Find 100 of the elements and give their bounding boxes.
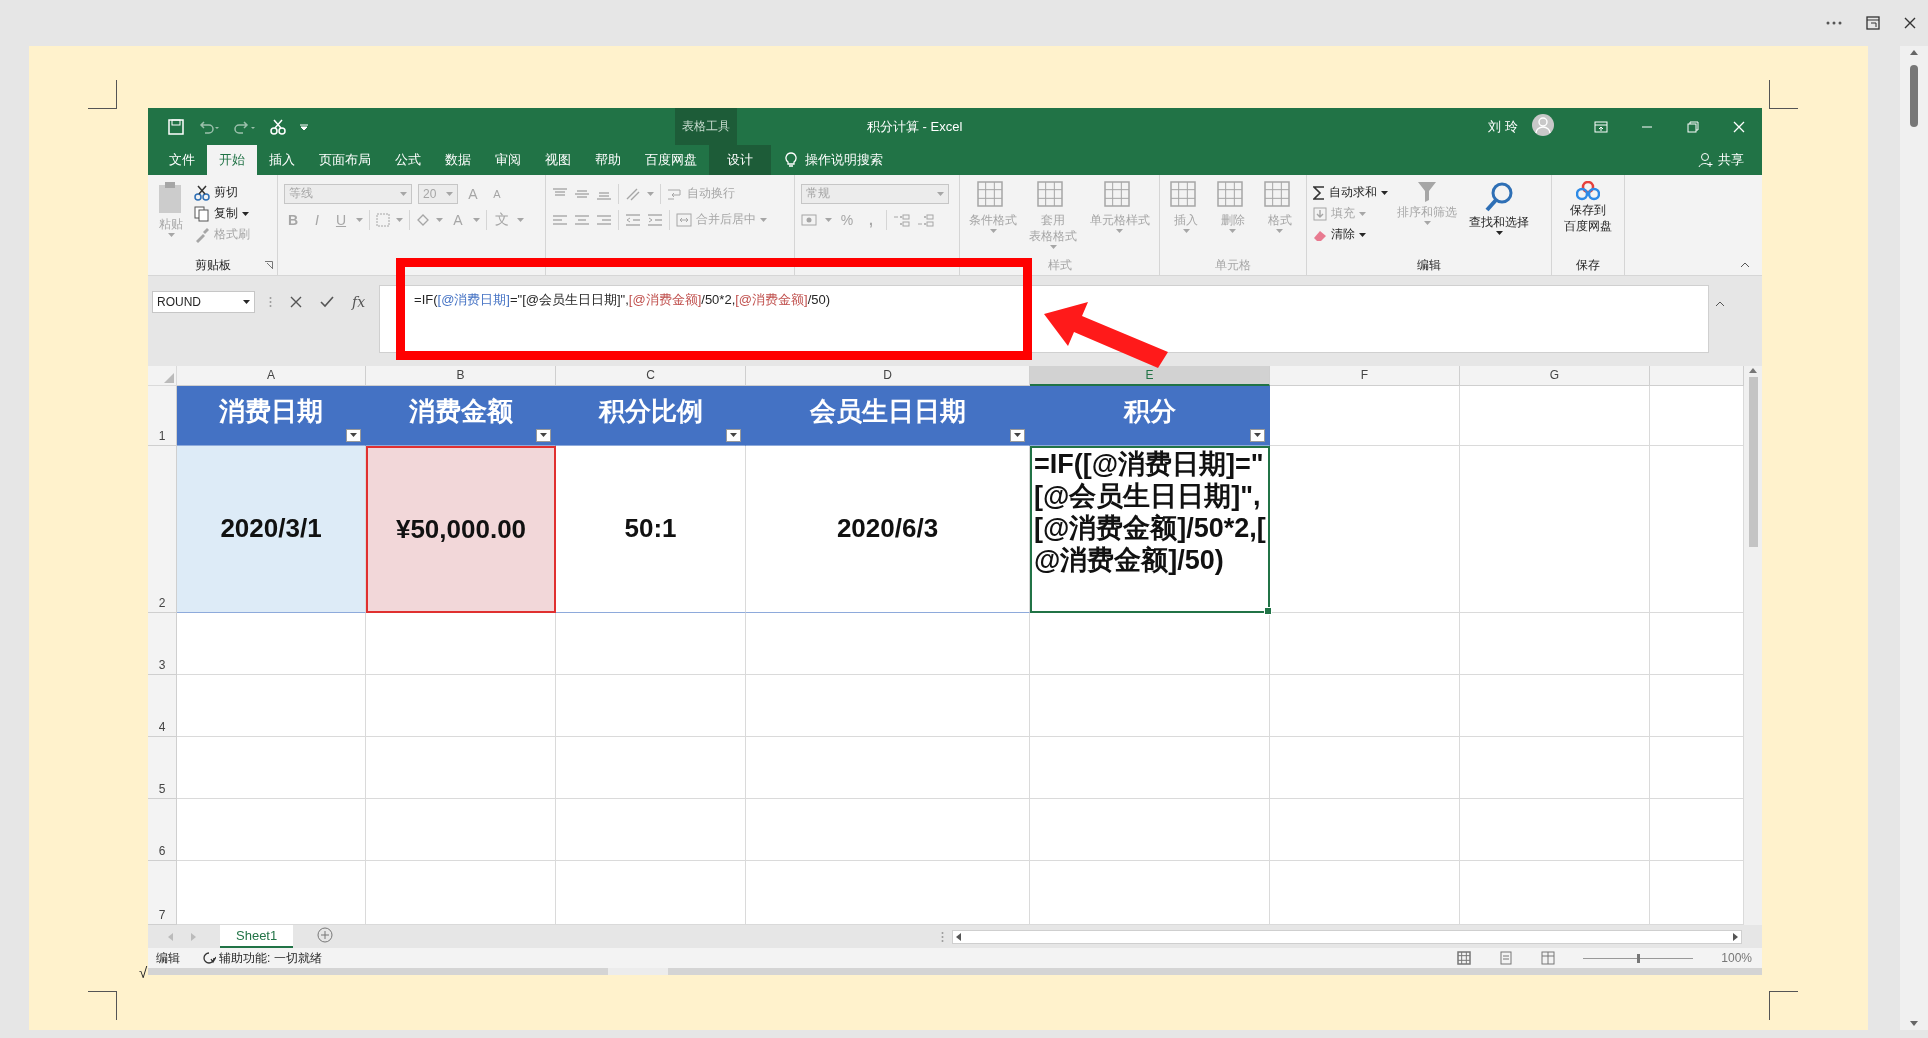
sheet-cell[interactable] xyxy=(177,798,366,861)
sheet-cell[interactable] xyxy=(1030,674,1270,737)
row-header[interactable]: 5 xyxy=(148,736,177,799)
ribbon-tab[interactable]: 设计 xyxy=(709,145,771,175)
sheet-tab[interactable]: Sheet1 xyxy=(220,925,294,949)
ribbon-tab[interactable]: 帮助 xyxy=(583,145,633,175)
next-sheet-icon[interactable] xyxy=(191,932,196,941)
row-header[interactable]: 3 xyxy=(148,612,177,675)
ribbon-tab[interactable]: 视图 xyxy=(533,145,583,175)
sheet-cell[interactable] xyxy=(746,736,1030,799)
column-header[interactable]: G xyxy=(1460,365,1650,386)
select-all-icon[interactable] xyxy=(164,372,174,383)
sheet-cell[interactable] xyxy=(556,674,746,737)
customize-icon[interactable] xyxy=(300,122,308,131)
collapse-ribbon-icon[interactable] xyxy=(1740,261,1750,268)
ribbon-tab[interactable]: 百度网盘 xyxy=(633,145,709,175)
search-hint[interactable]: 操作说明搜索 xyxy=(805,151,883,169)
row-header[interactable]: 1 xyxy=(148,385,177,446)
ribbon-tab[interactable]: 页面布局 xyxy=(307,145,383,175)
ribbon-tab[interactable]: 数据 xyxy=(433,145,483,175)
zoom-level[interactable]: 100% xyxy=(1721,951,1752,966)
column-header[interactable]: C xyxy=(556,365,746,386)
row-header[interactable]: 6 xyxy=(148,798,177,861)
ribbon-options-icon[interactable] xyxy=(1594,119,1608,134)
copy-button[interactable]: 复制 xyxy=(194,203,250,224)
previous-sheet-icon[interactable] xyxy=(168,932,173,941)
sheet-cell[interactable] xyxy=(366,798,556,861)
ribbon-tab[interactable]: 公式 xyxy=(383,145,433,175)
normal-view-icon[interactable] xyxy=(1457,951,1472,966)
save-icon[interactable] xyxy=(168,118,184,135)
page-layout-view-icon[interactable] xyxy=(1499,951,1514,966)
dropdown-icon[interactable] xyxy=(730,433,737,438)
ribbon-button[interactable]: 自动求和 xyxy=(1313,182,1388,203)
more-icon[interactable] xyxy=(1826,21,1842,25)
sheet-cell[interactable] xyxy=(1030,798,1270,861)
dropdown-icon[interactable] xyxy=(1254,433,1261,438)
sheet-cell[interactable] xyxy=(177,674,366,737)
scroll-down-icon[interactable] xyxy=(1910,1021,1918,1026)
check-icon[interactable] xyxy=(320,295,334,308)
scroll-left-icon[interactable] xyxy=(956,932,961,941)
row-header[interactable]: 2 xyxy=(148,445,177,613)
dropdown-icon[interactable] xyxy=(1014,433,1021,438)
sheet-cell[interactable] xyxy=(1030,736,1270,799)
sheet-cell[interactable] xyxy=(556,798,746,861)
restore-icon[interactable] xyxy=(1866,16,1880,30)
ribbon-button[interactable]: 清除 xyxy=(1313,224,1388,245)
ribbon-tab[interactable]: 开始 xyxy=(207,145,257,175)
avatar-icon[interactable] xyxy=(1532,114,1554,136)
scissors-icon[interactable] xyxy=(270,118,286,135)
ribbon-tab[interactable]: 插入 xyxy=(257,145,307,175)
scroll-up-icon[interactable] xyxy=(1910,50,1918,55)
column-header[interactable]: B xyxy=(366,365,556,386)
ribbon-tab[interactable]: 文件 xyxy=(157,145,207,175)
sheet-cell[interactable] xyxy=(746,674,1030,737)
scroll-up-icon[interactable] xyxy=(1749,367,1757,373)
insert-function-button[interactable]: fx xyxy=(352,293,366,310)
sheet-cell[interactable] xyxy=(746,612,1030,675)
close-icon[interactable] xyxy=(1904,17,1916,29)
zoom-slider[interactable] xyxy=(1583,953,1694,963)
add-sheet-icon[interactable] xyxy=(317,927,334,944)
accessibility-status[interactable]: 辅助功能: 一切就绪 xyxy=(219,949,322,967)
launcher-icon[interactable] xyxy=(265,260,273,269)
ribbon-tab[interactable]: 审阅 xyxy=(483,145,533,175)
sheet-cell[interactable] xyxy=(366,674,556,737)
sheet-cell[interactable] xyxy=(1270,612,1460,675)
scrollbar-thumb[interactable] xyxy=(608,968,668,975)
row-header[interactable]: 7 xyxy=(148,860,177,926)
sheet-cell[interactable] xyxy=(1270,736,1460,799)
sheet-cell[interactable] xyxy=(1460,736,1650,799)
sheet-cell[interactable] xyxy=(1460,674,1650,737)
dropdown-icon[interactable] xyxy=(540,433,547,438)
sheet-cell[interactable] xyxy=(177,612,366,675)
scrollbar-thumb[interactable] xyxy=(1748,376,1758,547)
sheet-cell[interactable] xyxy=(1460,798,1650,861)
collapse-formula-icon[interactable] xyxy=(1715,300,1726,307)
sheet-cell[interactable] xyxy=(556,612,746,675)
sheet-cell[interactable] xyxy=(1270,674,1460,737)
horizontal-scrollbar[interactable] xyxy=(952,929,1742,944)
column-header[interactable] xyxy=(1650,365,1744,386)
sheet-cell[interactable] xyxy=(556,736,746,799)
sheet-cell[interactable] xyxy=(746,798,1030,861)
dropdown-icon[interactable] xyxy=(350,433,357,438)
sheet-cell[interactable] xyxy=(177,736,366,799)
scroll-right-icon[interactable] xyxy=(1733,932,1738,941)
undo-icon[interactable] xyxy=(198,119,220,134)
column-header[interactable]: E xyxy=(1030,365,1270,386)
save-to-cloud-button[interactable]: 保存到 百度网盘 xyxy=(1561,180,1615,257)
sheet-cell[interactable] xyxy=(1460,385,1650,446)
scrollbar-thumb[interactable] xyxy=(1910,65,1918,127)
restore-icon[interactable] xyxy=(1686,119,1700,134)
page-break-view-icon[interactable] xyxy=(1541,951,1556,966)
sheet-cell[interactable] xyxy=(1460,612,1650,675)
sheet-cell[interactable] xyxy=(366,736,556,799)
formula-input[interactable]: =IF([@消费日期]="[@会员生日日期]",[@消费金额]/50*2,[@消费金额]/50) xyxy=(379,284,1710,353)
share-button[interactable]: 共享 xyxy=(1698,145,1744,175)
name-box[interactable]: ROUND xyxy=(152,290,255,313)
column-header[interactable]: A xyxy=(177,365,366,386)
sheet-cell[interactable] xyxy=(366,612,556,675)
cancel-icon[interactable] xyxy=(290,295,302,308)
redo-icon[interactable] xyxy=(234,119,256,134)
